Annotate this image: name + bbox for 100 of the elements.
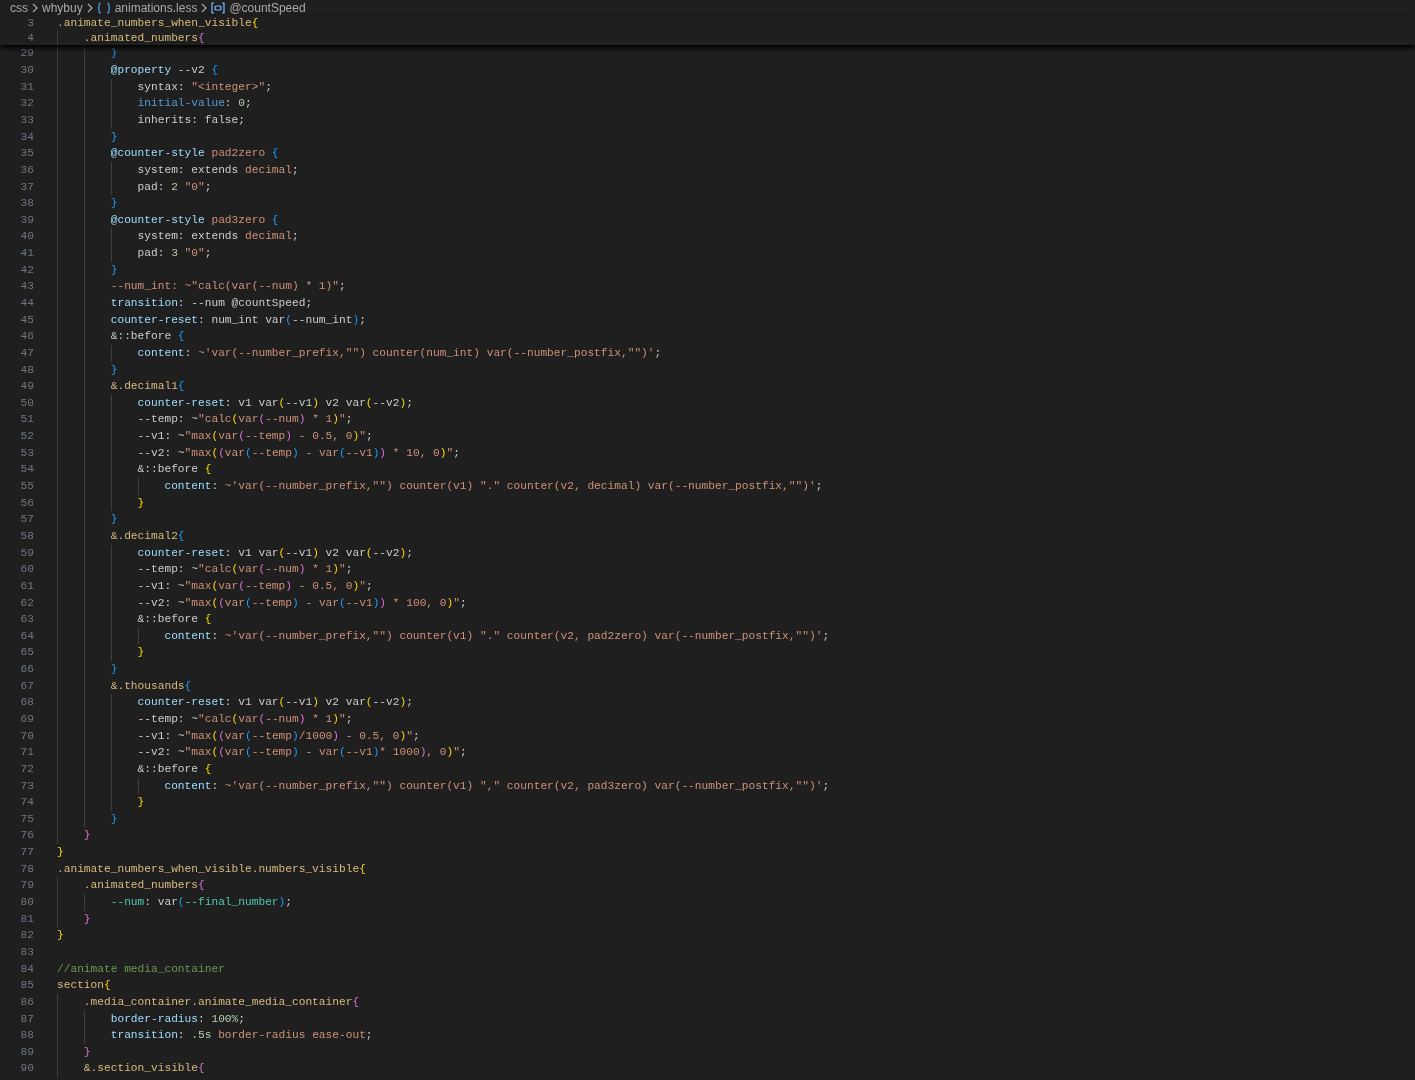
line-number: 63 <box>19 612 34 628</box>
line-number: 62 <box>19 595 34 611</box>
code-line: } <box>57 1043 91 1061</box>
line-number: 69 <box>19 712 34 727</box>
line-number: 56 <box>19 495 34 511</box>
line-number: 80 <box>19 895 34 911</box>
line-number: 47 <box>19 345 34 361</box>
line-number: 34 <box>19 129 34 145</box>
line-number: 72 <box>19 761 34 777</box>
code-line: system: extends decimal; <box>57 161 299 179</box>
line-number: 68 <box>19 695 34 711</box>
code-line: --temp: ~"calc(var(--num) * 1)"; <box>57 561 353 578</box>
code-line: content: ~'var(--number_prefix,"") counter(v1) "," counter(v2, pad3zero) var(--number_postfix,"")'; <box>57 777 830 795</box>
chevron-icon <box>201 3 208 13</box>
line-number: 42 <box>19 262 34 278</box>
code-line: counter-reset: v1 var(--v1) v2 var(--v2); <box>57 694 413 711</box>
line-number: 78 <box>19 861 34 877</box>
code-line: } <box>57 827 91 845</box>
code-line: --v2: ~"max((var(--temp) - var(--v1)) * 10, 0)"; <box>57 444 460 462</box>
line-number: 46 <box>19 329 34 345</box>
code-line: &::before { <box>57 611 212 628</box>
variable-icon <box>211 2 226 14</box>
breadcrumb-item[interactable]: whybuy <box>42 0 83 17</box>
breadcrumb-item[interactable]: animations.less <box>114 0 198 17</box>
code-line: counter-reset: v1 var(--v1) v2 var(--v2); <box>57 394 413 412</box>
chevron-icon <box>32 3 38 13</box>
code-line: --temp: ~"calc(var(--num) * 1)"; <box>57 711 353 728</box>
code-line: .animate_numbers_when_visible.numbers_visible{ <box>57 861 366 877</box>
code-line: &::before { <box>57 461 212 479</box>
code-line: --num_int: ~"calc(var(--num) * 1)"; <box>57 278 346 295</box>
line-number: 53 <box>19 445 34 461</box>
line-number: 3 <box>26 16 34 31</box>
code-line: } <box>57 361 118 379</box>
code-line: .media_container.animate_media_container{ <box>57 993 360 1011</box>
breadcrumb-item[interactable]: @countSpeed <box>229 0 306 17</box>
breadcrumb-item[interactable]: css <box>10 0 28 17</box>
code-line: } <box>57 494 145 512</box>
code-line: .animated_numbers{ <box>57 30 205 46</box>
code-line: } <box>57 195 118 212</box>
line-number: 35 <box>19 146 34 162</box>
line-number: 73 <box>19 778 34 794</box>
line-number: 70 <box>19 728 34 744</box>
code-line: } <box>57 910 91 928</box>
code-line: inherits: false; <box>57 111 245 129</box>
line-number: 58 <box>19 528 34 544</box>
code-line: @counter-style pad2zero { <box>57 145 279 162</box>
line-number: 67 <box>19 678 34 694</box>
code-line: --v1: ~"max((var(--temp)/1000) - 0.5, 0)"; <box>57 727 420 745</box>
code-line: &::before { <box>57 760 212 778</box>
line-number: 40 <box>19 229 34 245</box>
line-number: 41 <box>19 246 34 262</box>
code-line: counter-reset: v1 var(--v1) v2 var(--v2); <box>57 544 413 562</box>
code-line: content: ~'var(--number_prefix,"") counter(v1) "." counter(v2, decimal) var(--number_postfix,"")'; <box>57 478 823 495</box>
line-number: 74 <box>19 795 34 811</box>
code-line: } <box>57 794 145 811</box>
code-line: } <box>57 644 145 662</box>
line-number: 87 <box>19 1011 34 1027</box>
code-line: --v1: ~"max(var(--temp) - 0.5, 0)"; <box>57 428 373 445</box>
line-number: 45 <box>19 312 34 328</box>
code-line: } <box>57 128 118 146</box>
chevron-icon <box>86 3 93 13</box>
line-number: 38 <box>19 196 34 212</box>
code-line: &.decimal2{ <box>57 527 185 545</box>
code-line: content: ~'var(--number_prefix,"") counter(v1) "." counter(v2, pad2zero) var(--number_postfix,"")'; <box>57 627 830 645</box>
code-line: --v1: ~"max(var(--temp) - 0.5, 0)"; <box>57 577 373 595</box>
line-number: 57 <box>19 512 34 528</box>
line-number: 61 <box>19 578 34 594</box>
code-line: --v2: ~"max((var(--temp) - var(--v1)* 1000), 0)"; <box>57 744 467 761</box>
line-number: 83 <box>19 944 34 960</box>
code-line: --num: var(--final_number); <box>57 894 292 911</box>
line-number: 81 <box>19 911 34 927</box>
line-number: 31 <box>19 79 34 95</box>
code-line: //animate media_container <box>57 961 225 977</box>
line-number: 51 <box>19 412 34 428</box>
line-number: 85 <box>19 978 34 994</box>
line-number: 43 <box>19 279 34 295</box>
code-line: } <box>57 661 118 678</box>
line-number: 54 <box>19 462 34 478</box>
code-line: .animated_numbers{ <box>57 877 205 895</box>
code-line: pad: 3 "0"; <box>57 245 212 262</box>
line-number: 32 <box>19 96 34 112</box>
code-line: .animate_numbers_when_visible{ <box>57 16 259 31</box>
code-line: --v2: ~"max((var(--temp) - var(--v1)) * 100, 0)"; <box>57 594 467 612</box>
line-number: 64 <box>19 628 34 644</box>
line-number: 82 <box>19 928 34 944</box>
code-line: initial-value: 0; <box>57 95 252 112</box>
line-number: 39 <box>19 212 34 228</box>
line-number: 65 <box>19 645 34 661</box>
line-number: 50 <box>19 395 34 411</box>
line-number: 79 <box>19 878 34 894</box>
line-number: 84 <box>19 961 34 977</box>
line-number: 44 <box>19 296 34 311</box>
line-number: 33 <box>19 112 34 128</box>
line-number: 88 <box>19 1028 34 1044</box>
line-number: 29 <box>19 46 34 62</box>
code-line: system: extends decimal; <box>57 228 299 246</box>
braces-icon <box>96 2 111 14</box>
line-number: 55 <box>19 479 34 495</box>
code-line: } <box>57 810 118 828</box>
line-number: 49 <box>19 379 34 395</box>
